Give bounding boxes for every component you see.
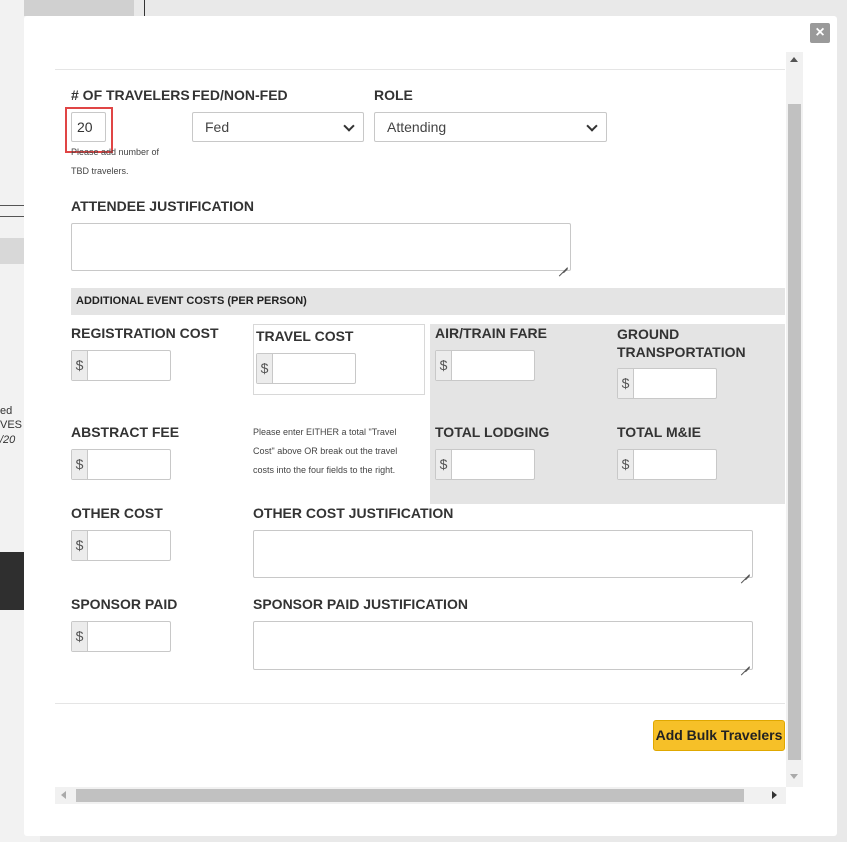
modal-content: # OF TRAVELERS 20 Please add number of T…: [55, 52, 785, 787]
vertical-scroll-thumb[interactable]: [788, 104, 801, 760]
role-select-value: Attending: [387, 119, 447, 135]
currency-symbol: $: [72, 531, 88, 560]
other-cost-input[interactable]: $: [71, 530, 171, 561]
ground-transportation-label-line2: TRANSPORTATION: [617, 344, 746, 360]
scroll-left-arrow-icon[interactable]: [61, 791, 66, 799]
sponsor-paid-input[interactable]: $: [71, 621, 171, 652]
background-rule: [0, 205, 24, 206]
total-mie-input[interactable]: $: [617, 449, 717, 480]
resize-grip-icon[interactable]: [558, 258, 568, 268]
background-dark-band: [0, 552, 24, 610]
registration-cost-input[interactable]: $: [71, 350, 171, 381]
horizontal-scroll-thumb[interactable]: [76, 789, 744, 802]
total-lodging-input[interactable]: $: [435, 449, 535, 480]
travel-cost-note-line: Cost" above OR break out the travel: [253, 446, 398, 456]
scroll-right-arrow-icon[interactable]: [772, 791, 777, 799]
resize-grip-icon[interactable]: [740, 565, 750, 575]
chevron-down-icon: [586, 120, 598, 132]
role-label: ROLE: [374, 87, 413, 103]
other-cost-justification-textarea[interactable]: [253, 530, 753, 578]
travelers-label: # OF TRAVELERS: [71, 87, 190, 103]
travel-cost-label: TRAVEL COST: [256, 328, 354, 344]
divider: [55, 703, 785, 704]
scroll-up-arrow-icon[interactable]: [790, 57, 798, 62]
role-select[interactable]: Attending: [374, 112, 607, 142]
registration-cost-label: REGISTRATION COST: [71, 325, 219, 341]
attendee-justification-label: ATTENDEE JUSTIFICATION: [71, 198, 255, 214]
divider: [55, 69, 785, 70]
ground-transportation-label-line1: GROUND: [617, 326, 680, 342]
background-rule: [0, 216, 24, 217]
background-text-line: /20: [0, 433, 16, 446]
background-band: [0, 238, 24, 264]
sponsor-paid-justification-textarea[interactable]: [253, 621, 753, 670]
currency-symbol: $: [436, 351, 452, 380]
horizontal-scrollbar[interactable]: [55, 787, 786, 804]
abstract-fee-input[interactable]: $: [71, 449, 171, 480]
air-train-fare-label: AIR/TRAIN FARE: [435, 325, 547, 341]
background-text-line: ed: [0, 405, 13, 417]
background-text-line: VES: [0, 419, 23, 432]
vertical-scrollbar[interactable]: [786, 52, 803, 787]
other-cost-justification-label: OTHER COST JUSTIFICATION: [253, 505, 454, 521]
sponsor-paid-label: SPONSOR PAID: [71, 596, 178, 612]
travel-cost-note: Please enter EITHER a total "Travel Cost…: [253, 423, 425, 480]
total-lodging-label: TOTAL LODGING: [435, 424, 550, 440]
travel-cost-note-line: Please enter EITHER a total "Travel: [253, 427, 397, 437]
fed-select[interactable]: Fed: [192, 112, 364, 142]
currency-symbol: $: [436, 450, 452, 479]
resize-grip-icon[interactable]: [740, 657, 750, 667]
currency-symbol: $: [618, 369, 634, 398]
additional-costs-section-header: ADDITIONAL EVENT COSTS (PER PERSON): [71, 288, 785, 315]
chevron-down-icon: [343, 120, 355, 132]
currency-symbol: $: [72, 351, 88, 380]
background-header-divider: [144, 0, 145, 16]
fed-label: FED/NON-FED: [192, 87, 288, 103]
currency-symbol: $: [72, 622, 88, 651]
scroll-down-arrow-icon[interactable]: [790, 774, 798, 779]
close-button[interactable]: ×: [810, 23, 830, 43]
sponsor-paid-justification-label: SPONSOR PAID JUSTIFICATION: [253, 596, 468, 612]
attendee-justification-textarea[interactable]: [71, 223, 571, 271]
background-text: ed VES /20: [0, 404, 22, 447]
fed-select-value: Fed: [205, 119, 230, 135]
modal-scroll-area: # OF TRAVELERS 20 Please add number of T…: [55, 52, 805, 804]
total-mie-label: TOTAL M&IE: [617, 424, 701, 440]
add-bulk-travelers-button[interactable]: Add Bulk Travelers: [653, 720, 785, 751]
air-train-fare-input[interactable]: $: [435, 350, 535, 381]
currency-symbol: $: [257, 354, 273, 383]
currency-symbol: $: [72, 450, 88, 479]
travel-cost-note-line: costs into the four fields to the right.: [253, 465, 396, 475]
ground-transportation-input[interactable]: $: [617, 368, 717, 399]
currency-symbol: $: [618, 450, 634, 479]
close-icon: ×: [815, 24, 825, 41]
travelers-help-text: Please add number of TBD travelers.: [71, 147, 160, 176]
background-header-block: [24, 0, 134, 16]
abstract-fee-label: ABSTRACT FEE: [71, 424, 180, 440]
travelers-input[interactable]: 20: [71, 112, 106, 142]
ground-transportation-label: GROUND TRANSPORTATION: [617, 325, 746, 361]
other-cost-label: OTHER COST: [71, 505, 163, 521]
travel-cost-input[interactable]: $: [256, 353, 356, 384]
